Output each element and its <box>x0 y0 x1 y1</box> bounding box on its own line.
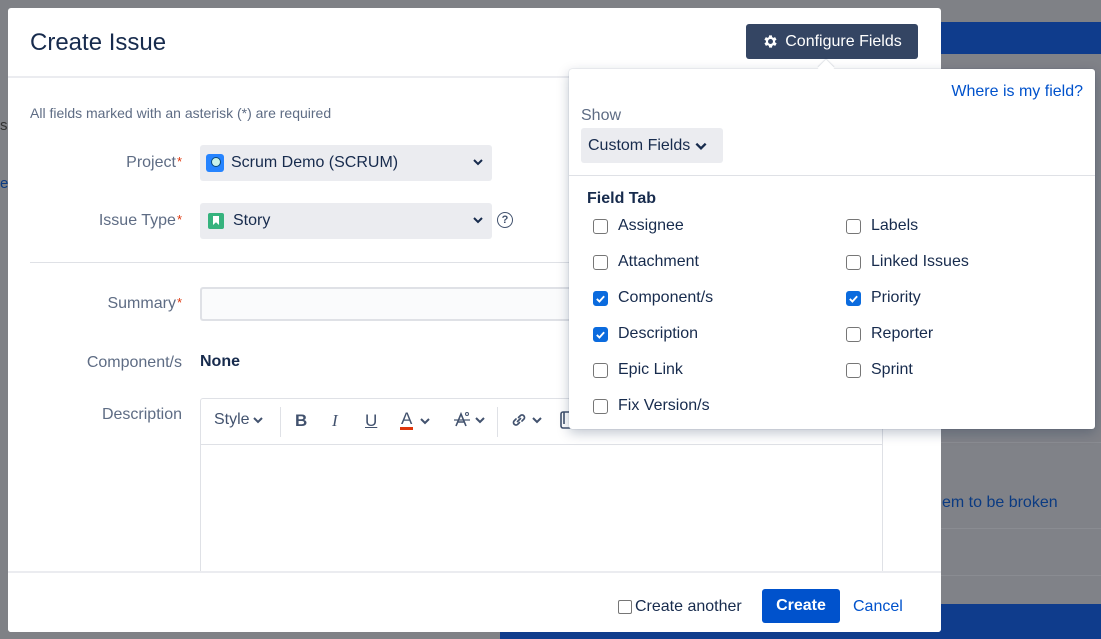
project-avatar-icon <box>206 154 224 172</box>
field-toggle[interactable]: Linked Issues <box>846 253 969 271</box>
field-toggle-label: Labels <box>871 217 918 235</box>
issue-type-select-value: Story <box>233 212 270 230</box>
show-label: Show <box>581 107 621 125</box>
field-toggle[interactable]: Attachment <box>593 253 699 271</box>
background-header-bar <box>940 22 1101 54</box>
field-toggle-label: Priority <box>871 289 921 307</box>
issue-type-select[interactable]: Story <box>200 203 492 239</box>
chevron-down-icon <box>694 139 708 153</box>
background-divider <box>940 528 1101 529</box>
checkbox[interactable] <box>593 291 608 306</box>
field-toggle[interactable]: Description <box>593 325 698 343</box>
description-label: Description <box>102 406 182 424</box>
where-is-my-field-link[interactable]: Where is my field? <box>951 83 1083 101</box>
field-tab-title: Field Tab <box>587 190 656 208</box>
checkbox[interactable] <box>846 291 861 306</box>
create-button[interactable]: Create <box>762 589 840 623</box>
create-another-label: Create another <box>635 598 742 616</box>
background-text-fragment: s <box>0 117 8 134</box>
text-color-icon: A <box>400 411 413 430</box>
toolbar-separator <box>280 407 281 437</box>
dialog-title: Create Issue <box>30 29 166 57</box>
checkbox[interactable] <box>618 600 632 614</box>
gear-icon <box>762 33 779 50</box>
summary-input[interactable] <box>200 287 580 321</box>
checkmark-icon <box>848 293 859 304</box>
checkbox[interactable] <box>593 255 608 270</box>
background-issue-text: em to be broken <box>942 494 1058 512</box>
section-divider <box>30 262 590 263</box>
field-toggle[interactable]: Component/s <box>593 289 713 307</box>
component-label: Component/s <box>87 354 182 372</box>
underline-button[interactable]: U <box>365 411 377 431</box>
field-toggle[interactable]: Priority <box>846 289 921 307</box>
help-icon[interactable]: ? <box>497 212 513 228</box>
configure-fields-dropdown: Where is my field? Show Custom Fields Fi… <box>569 69 1095 429</box>
project-select-value: Scrum Demo (SCRUM) <box>231 154 398 172</box>
field-toggle[interactable]: Assignee <box>593 217 684 235</box>
field-toggle-label: Component/s <box>618 289 713 307</box>
more-formatting-button[interactable] <box>453 411 486 429</box>
field-toggle-label: Epic Link <box>618 361 683 379</box>
required-fields-note: All fields marked with an asterisk (*) a… <box>30 105 331 121</box>
chevron-down-icon <box>419 415 431 427</box>
background-divider <box>940 575 1101 576</box>
required-asterisk: * <box>177 154 182 169</box>
style-dropdown[interactable]: Style <box>214 411 264 429</box>
show-select-value: Custom Fields <box>588 137 690 155</box>
required-asterisk: * <box>177 295 182 310</box>
link-button[interactable] <box>510 411 543 429</box>
field-toggle-label: Reporter <box>871 325 933 343</box>
field-toggle[interactable]: Reporter <box>846 325 933 343</box>
create-another-checkbox[interactable]: Create another <box>618 598 742 616</box>
summary-label: Summary* <box>107 295 182 313</box>
chevron-down-icon <box>474 414 486 426</box>
dialog-header: Create Issue Configure Fields <box>8 8 941 78</box>
dropdown-divider <box>569 175 1095 176</box>
field-toggle-label: Fix Version/s <box>618 397 710 415</box>
project-label: Project* <box>126 154 182 172</box>
field-toggle-label: Assignee <box>618 217 684 235</box>
style-dropdown-label: Style <box>214 411 250 429</box>
issue-type-label: Issue Type* <box>99 212 182 230</box>
cancel-link[interactable]: Cancel <box>853 598 903 616</box>
required-asterisk: * <box>177 212 182 227</box>
background-divider <box>940 442 1101 443</box>
component-value[interactable]: None <box>200 353 240 371</box>
link-icon <box>510 411 528 429</box>
italic-button[interactable]: I <box>332 411 338 431</box>
field-toggle-label: Description <box>618 325 698 343</box>
project-select[interactable]: Scrum Demo (SCRUM) <box>200 145 492 181</box>
bold-button[interactable]: B <box>295 411 307 431</box>
chevron-down-icon <box>472 214 484 226</box>
dialog-footer: Create another Create Cancel <box>8 571 941 632</box>
toolbar-separator <box>497 407 498 437</box>
checkbox[interactable] <box>846 255 861 270</box>
chevron-down-icon <box>472 156 484 168</box>
checkbox[interactable] <box>593 363 608 378</box>
checkbox[interactable] <box>593 327 608 342</box>
text-color-button[interactable]: A <box>400 411 431 430</box>
field-toggle[interactable]: Labels <box>846 217 918 235</box>
story-icon <box>208 213 224 229</box>
checkbox[interactable] <box>846 327 861 342</box>
chevron-down-icon <box>252 414 264 426</box>
field-toggle[interactable]: Epic Link <box>593 361 683 379</box>
field-toggle[interactable]: Sprint <box>846 361 913 379</box>
checkbox[interactable] <box>593 219 608 234</box>
checkmark-icon <box>595 329 606 340</box>
text-format-icon <box>453 411 471 429</box>
field-toggle-label: Attachment <box>618 253 699 271</box>
field-toggle-label: Linked Issues <box>871 253 969 271</box>
chevron-down-icon <box>531 414 543 426</box>
field-toggle-label: Sprint <box>871 361 913 379</box>
checkbox[interactable] <box>846 363 861 378</box>
checkmark-icon <box>595 293 606 304</box>
configure-fields-label: Configure Fields <box>785 33 902 51</box>
field-toggle[interactable]: Fix Version/s <box>593 397 710 415</box>
show-select[interactable]: Custom Fields <box>581 128 723 163</box>
configure-fields-button[interactable]: Configure Fields <box>746 24 918 59</box>
checkbox[interactable] <box>846 219 861 234</box>
checkbox[interactable] <box>593 399 608 414</box>
